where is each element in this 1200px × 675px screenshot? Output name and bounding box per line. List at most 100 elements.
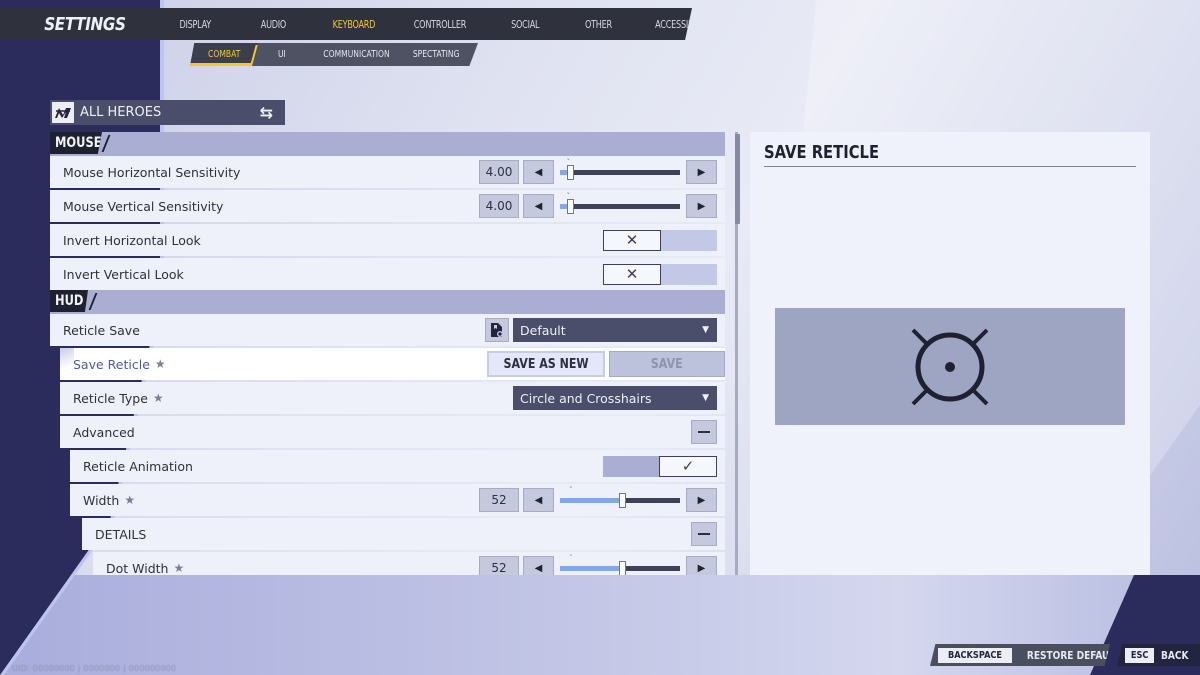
decrement-button[interactable]: ◀ <box>523 488 554 512</box>
value-field[interactable]: 4.00 <box>479 160 519 184</box>
slider-thumb[interactable] <box>566 199 574 214</box>
value-field[interactable]: 4.00 <box>479 194 519 218</box>
value-field[interactable]: 52 <box>479 488 519 512</box>
setting-row-reticle-animation[interactable]: Reticle Animation ✓ <box>70 450 725 482</box>
save-button[interactable]: SAVE <box>609 351 725 377</box>
slider[interactable]: ˅ <box>560 486 680 512</box>
setting-row-dot-width[interactable]: Dot Width ★ 52 ◀ ˅ ▶ <box>93 552 725 575</box>
subtab-ui[interactable]: UI <box>278 49 286 60</box>
section-slash <box>101 135 111 152</box>
tab-display[interactable]: DISPLAY <box>179 18 211 31</box>
right-arrow-icon: ▶ <box>697 562 706 574</box>
increment-button[interactable]: ▶ <box>686 556 717 575</box>
slider-fill <box>560 566 623 571</box>
left-arrow-icon: ◀ <box>534 562 543 574</box>
setting-label: Invert Horizontal Look <box>63 232 201 248</box>
collapse-button[interactable] <box>691 420 717 444</box>
selection-decoration <box>60 348 74 380</box>
tab-audio[interactable]: AUDIO <box>261 18 287 31</box>
setting-row-details[interactable]: DETAILS <box>82 518 725 550</box>
back-button[interactable]: ESC BACK <box>1117 644 1200 666</box>
setting-label: Dot Width <box>106 560 169 576</box>
divider <box>764 166 1136 167</box>
setting-label: Mouse Horizontal Sensitivity <box>63 164 241 180</box>
reticle-preview <box>775 308 1125 425</box>
subtab-communication[interactable]: COMMUNICATION <box>323 49 389 60</box>
page-title: SETTINGS <box>44 13 126 35</box>
hint-label: BACK <box>1161 648 1189 662</box>
increment-button[interactable]: ▶ <box>686 194 717 218</box>
setting-row-invert-horizontal-look[interactable]: Invert Horizontal Look ✕ <box>50 224 725 256</box>
slider-thumb[interactable] <box>566 165 574 180</box>
collapse-button[interactable] <box>691 522 717 546</box>
star-icon: ★ <box>154 357 166 371</box>
save-as-new-button[interactable]: SAVE AS NEW <box>487 351 605 377</box>
tab-accessibility[interactable]: ACCESSIBILITY <box>655 18 692 31</box>
tab-other[interactable]: OTHER <box>585 18 612 31</box>
active-subtab-underline <box>190 63 252 66</box>
subtab-spectating[interactable]: SPECTATING <box>413 49 460 60</box>
decrement-button[interactable]: ◀ <box>523 194 554 218</box>
decrement-button[interactable]: ◀ <box>523 160 554 184</box>
slider[interactable]: ˅ <box>560 192 680 218</box>
star-icon: ★ <box>173 561 185 575</box>
circle-crosshair-dot-reticle-icon <box>911 328 989 405</box>
increment-button[interactable]: ▶ <box>686 488 717 512</box>
left-arrow-icon: ◀ <box>534 494 543 506</box>
hero-selector[interactable]: ALL HEROES ⇆ <box>50 100 285 125</box>
restore-defaults-button[interactable]: BACKSPACE RESTORE DEFAULTS <box>930 644 1110 666</box>
caret-down-icon: ▼ <box>702 325 709 335</box>
left-arrow-icon: ◀ <box>534 200 543 212</box>
setting-label: Reticle Animation <box>83 458 193 474</box>
increment-button[interactable]: ▶ <box>686 160 717 184</box>
setting-row-mouse-horizontal-sensitivity[interactable]: Mouse Horizontal Sensitivity 4.00 ◀ ˅ ▶ <box>50 156 725 188</box>
setting-row-mouse-vertical-sensitivity[interactable]: Mouse Vertical Sensitivity 4.00 ◀ ˅ ▶ <box>50 190 725 222</box>
tab-controller[interactable]: CONTROLLER <box>414 18 467 31</box>
slider-thumb[interactable] <box>619 561 627 575</box>
key-hint: ESC <box>1125 647 1155 663</box>
slider-thumb[interactable] <box>619 493 627 508</box>
hero-selector-label: ALL HEROES <box>80 105 162 120</box>
toggle-switch-off[interactable]: ✕ <box>603 263 717 285</box>
tab-keyboard[interactable]: KEYBOARD <box>333 18 376 31</box>
uid-text: UID: 00000000 | 0000000 | 000000000 <box>12 664 177 673</box>
setting-row-reticle-type[interactable]: Reticle Type ★ Circle and Crosshairs ▼ <box>60 382 725 414</box>
subtab-combat[interactable]: COMBAT <box>208 49 240 60</box>
right-arrow-icon: ▶ <box>697 200 706 212</box>
slider[interactable]: ˅ <box>560 158 680 184</box>
left-arrow-icon: ◀ <box>534 166 543 178</box>
settings-list: MOUSE Mouse Horizontal Sensitivity 4.00 … <box>50 132 725 575</box>
save-file-icon[interactable] <box>485 318 509 342</box>
setting-row-width[interactable]: Width ★ 52 ◀ ˅ ▶ <box>70 484 725 516</box>
slider-track <box>560 204 680 209</box>
section-title: MOUSE <box>55 135 102 151</box>
x-icon: ✕ <box>625 265 639 283</box>
swap-arrows-icon[interactable]: ⇆ <box>260 103 273 122</box>
minus-icon <box>698 533 710 535</box>
top-navigation: SETTINGS DISPLAY AUDIO KEYBOARD CONTROLL… <box>0 8 692 40</box>
setting-label: Invert Vertical Look <box>63 266 184 282</box>
tab-social[interactable]: SOCIAL <box>511 18 539 31</box>
default-marker-icon: ˅ <box>569 554 573 562</box>
hero-logo-icon <box>52 102 74 123</box>
toggle-switch-off[interactable]: ✕ <box>603 229 717 251</box>
setting-label: DETAILS <box>95 526 147 542</box>
reticle-type-dropdown[interactable]: Circle and Crosshairs ▼ <box>513 386 717 410</box>
checkmark-icon: ✓ <box>681 457 695 475</box>
reticle-save-dropdown[interactable]: Default ▼ <box>513 318 717 342</box>
setting-row-save-reticle[interactable]: Save Reticle ★ SAVE AS NEW SAVE <box>60 348 725 380</box>
setting-label: Width <box>83 492 120 508</box>
toggle-switch-on[interactable]: ✓ <box>603 455 717 477</box>
section-title: HUD <box>55 293 84 309</box>
setting-label: Mouse Vertical Sensitivity <box>63 198 224 214</box>
value-field[interactable]: 52 <box>479 556 519 575</box>
setting-row-reticle-save[interactable]: Reticle Save Default ▼ <box>50 314 725 346</box>
slider-track <box>560 170 680 175</box>
star-icon: ★ <box>152 391 164 405</box>
decrement-button[interactable]: ◀ <box>523 556 554 575</box>
setting-row-advanced[interactable]: Advanced <box>60 416 725 448</box>
setting-label: Advanced <box>73 424 135 440</box>
setting-row-invert-vertical-look[interactable]: Invert Vertical Look ✕ <box>50 258 725 290</box>
scrollbar-thumb[interactable] <box>735 134 740 224</box>
slider[interactable]: ˅ <box>560 554 680 575</box>
